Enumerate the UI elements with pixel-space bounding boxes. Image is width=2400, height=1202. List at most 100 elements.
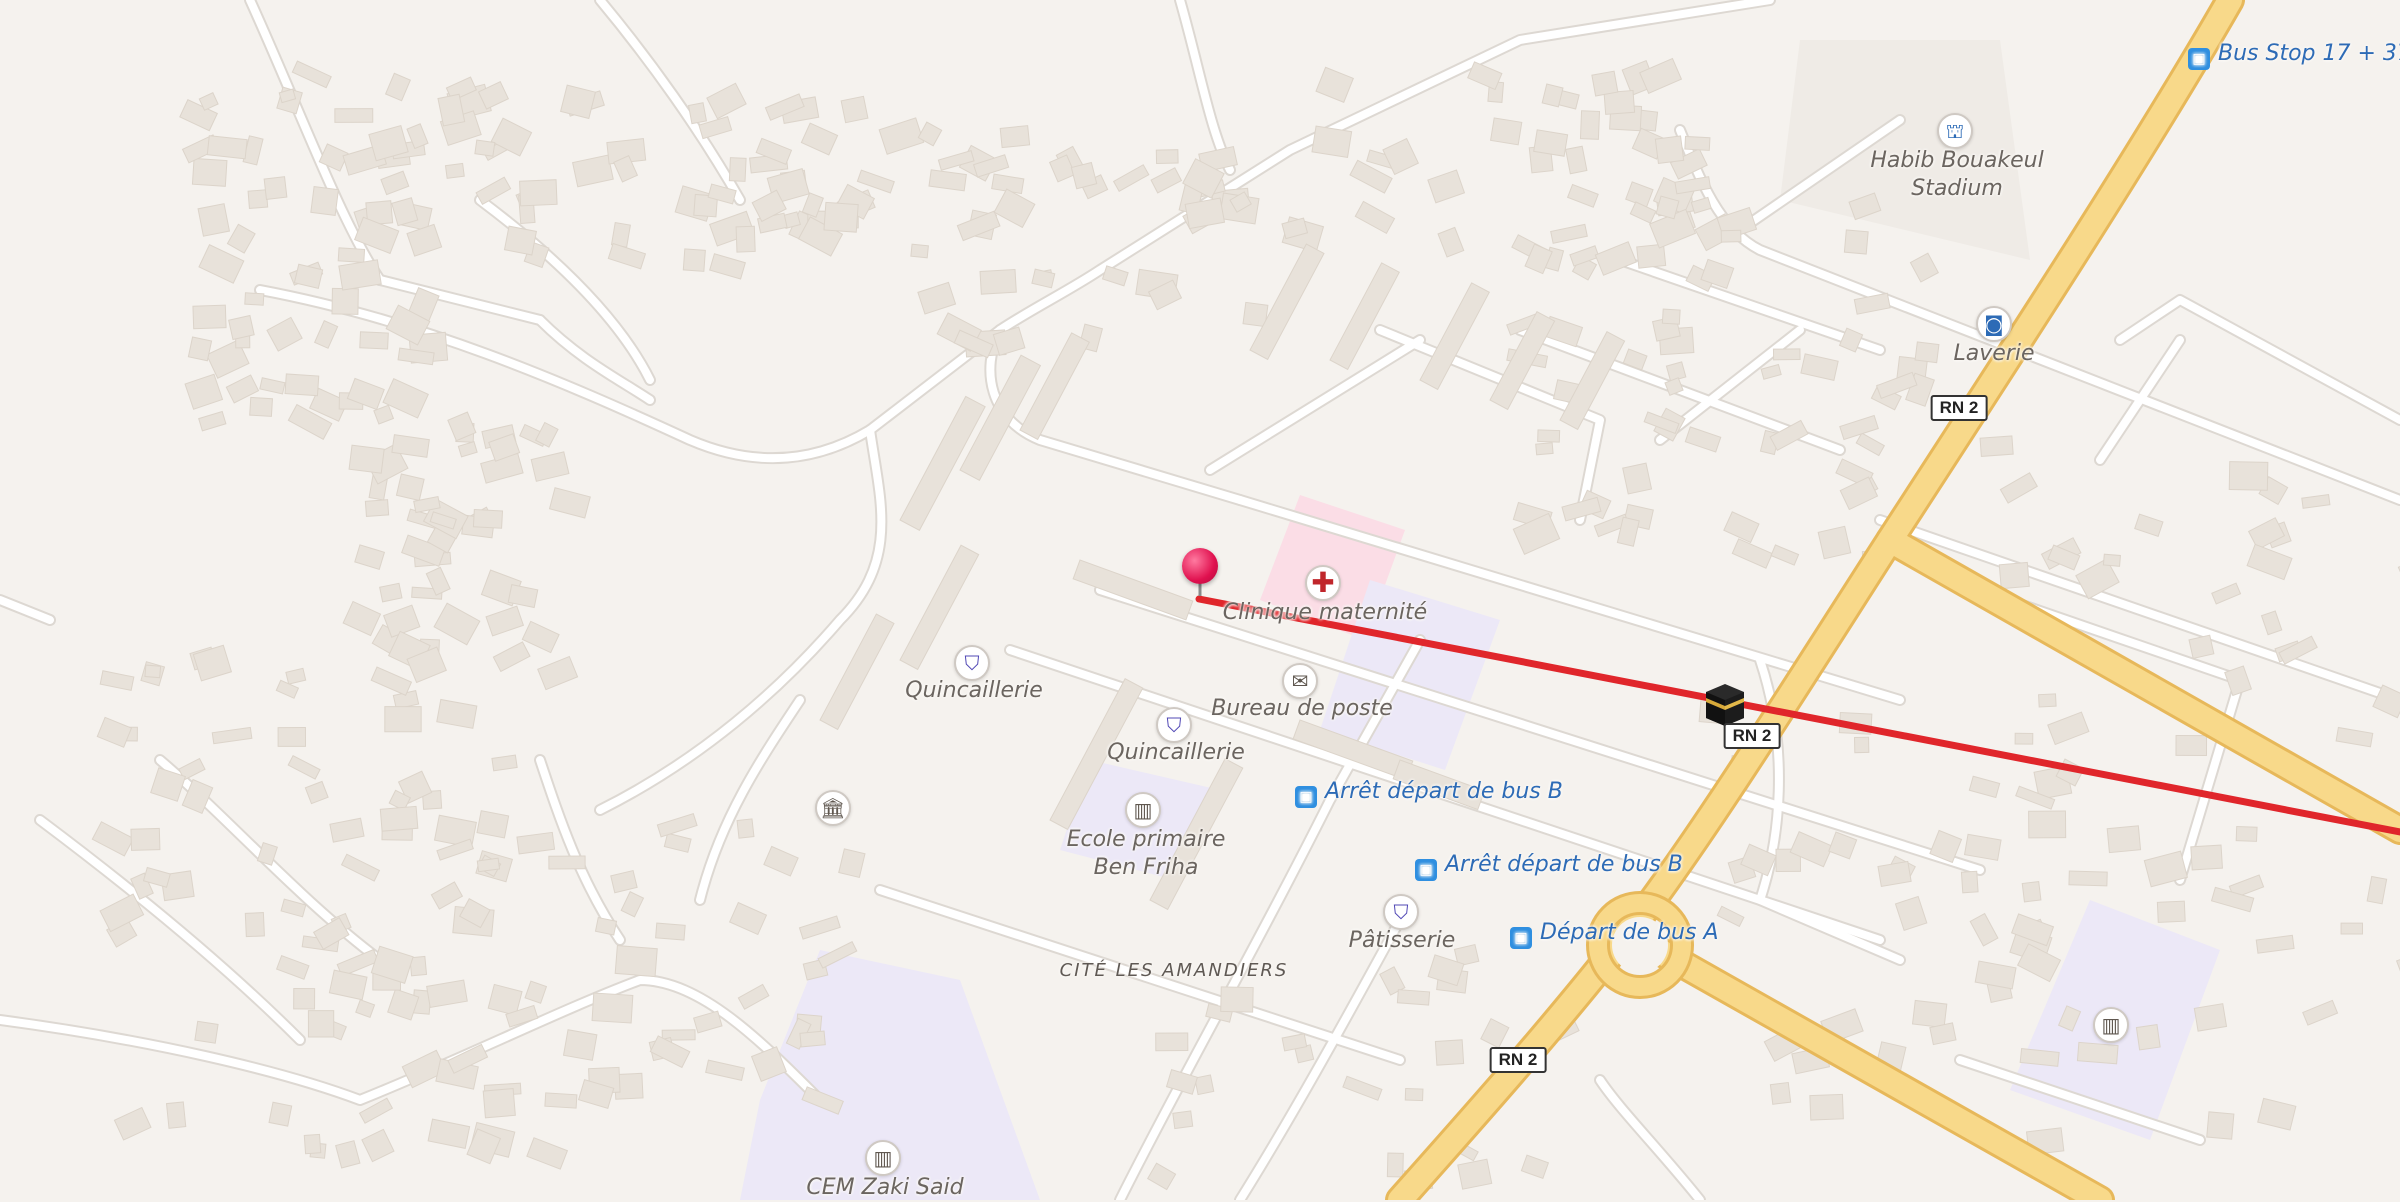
building bbox=[1654, 135, 1685, 165]
building bbox=[338, 259, 382, 291]
building bbox=[878, 117, 925, 155]
bus-stop-b-2[interactable]: ▣ Arrêt départ de bus B bbox=[1415, 851, 1683, 881]
building bbox=[226, 223, 256, 254]
building bbox=[427, 1118, 471, 1149]
building bbox=[503, 225, 538, 256]
building bbox=[682, 248, 706, 272]
building bbox=[524, 980, 548, 1004]
building bbox=[482, 1088, 516, 1119]
building bbox=[2076, 1041, 2119, 1065]
building bbox=[1636, 243, 1667, 269]
building bbox=[474, 139, 496, 157]
building bbox=[244, 912, 265, 938]
museum-poi[interactable]: 🏛 bbox=[815, 790, 851, 826]
laundry-icon: ◙ bbox=[1984, 312, 2004, 336]
quincaillerie-2-label[interactable]: Quincaillerie bbox=[1107, 739, 1244, 767]
building bbox=[999, 125, 1031, 149]
building bbox=[1969, 912, 1999, 947]
patisserie-label[interactable]: Pâtisserie bbox=[1349, 927, 1456, 955]
building bbox=[1591, 70, 1619, 97]
hospital-poi[interactable]: ✚ bbox=[1305, 565, 1341, 601]
building bbox=[1716, 905, 1745, 928]
building bbox=[206, 135, 248, 160]
building bbox=[840, 95, 869, 124]
building bbox=[1155, 149, 1179, 165]
map-pin-icon[interactable] bbox=[1182, 548, 1218, 584]
building bbox=[391, 197, 419, 227]
building bbox=[1533, 129, 1569, 157]
building bbox=[313, 319, 339, 349]
building bbox=[2193, 1003, 2228, 1032]
bus-stop-label: Arrêt départ de bus B bbox=[1325, 779, 1563, 804]
building bbox=[1855, 432, 1886, 457]
building bbox=[370, 666, 413, 696]
building bbox=[1311, 125, 1353, 159]
cem-poi[interactable]: ▥ bbox=[865, 1140, 901, 1176]
building bbox=[364, 499, 390, 517]
stadium-label[interactable]: Habib Bouakeul Stadium bbox=[1870, 147, 2043, 203]
quincaillerie-2-poi[interactable]: ⛉ bbox=[1156, 707, 1192, 743]
building bbox=[1579, 110, 1601, 140]
ecole-label-line2: Ben Friha bbox=[1093, 855, 1199, 880]
building bbox=[1354, 200, 1396, 235]
building bbox=[99, 670, 135, 691]
building bbox=[1537, 429, 1561, 443]
kaaba-icon[interactable] bbox=[1700, 678, 1750, 728]
laverie-label[interactable]: Laverie bbox=[1954, 340, 2035, 368]
poste-label[interactable]: Bureau de poste bbox=[1211, 695, 1393, 723]
ecole-poi[interactable]: ▥ bbox=[1125, 792, 1161, 828]
building bbox=[1566, 183, 1599, 208]
building bbox=[735, 225, 756, 253]
building bbox=[1172, 1110, 1194, 1130]
building bbox=[1101, 265, 1129, 287]
building bbox=[656, 813, 698, 838]
building bbox=[1731, 538, 1773, 569]
building bbox=[620, 891, 645, 918]
building bbox=[1315, 66, 1354, 103]
apartment-block bbox=[1072, 559, 1194, 621]
bus-stop-17-37[interactable]: ▣ Bus Stop 17 + 37 bbox=[2188, 40, 2400, 70]
bus-icon: ▣ bbox=[1510, 927, 1532, 949]
building bbox=[530, 451, 570, 482]
clinique-label[interactable]: Clinique maternité bbox=[1223, 599, 1427, 627]
bus-stop-a[interactable]: ▣ Départ de bus A bbox=[1510, 919, 1719, 949]
building bbox=[249, 396, 273, 417]
building bbox=[2156, 900, 2186, 923]
building bbox=[436, 698, 478, 729]
ecole-label[interactable]: Ecole primaire Ben Friha bbox=[1067, 826, 1226, 882]
building bbox=[2188, 634, 2215, 660]
bus-stop-b-1[interactable]: ▣ Arrêt départ de bus B bbox=[1295, 778, 1563, 808]
building bbox=[521, 620, 560, 654]
building bbox=[1723, 511, 1760, 544]
cem-label[interactable]: CEM Zaki Said bbox=[806, 1174, 963, 1202]
building bbox=[1800, 353, 1839, 382]
building bbox=[1535, 442, 1554, 456]
building bbox=[1146, 1162, 1177, 1191]
building bbox=[1661, 308, 1681, 325]
building bbox=[516, 831, 556, 855]
building bbox=[198, 244, 245, 284]
building bbox=[187, 336, 213, 362]
patisserie-poi[interactable]: ⛉ bbox=[1383, 894, 1419, 930]
building bbox=[291, 60, 332, 89]
building bbox=[1770, 544, 1800, 566]
building bbox=[2038, 693, 2057, 708]
quincaillerie-1-label[interactable]: Quincaillerie bbox=[905, 677, 1042, 705]
building bbox=[361, 1128, 395, 1163]
building bbox=[275, 954, 310, 980]
building bbox=[2255, 934, 2295, 954]
bus-icon: ▣ bbox=[1415, 859, 1437, 881]
building bbox=[1565, 145, 1588, 175]
stadium-poi[interactable]: ⛫ bbox=[1937, 113, 1973, 149]
quincaillerie-1-poi[interactable]: ⛉ bbox=[954, 645, 990, 681]
building bbox=[1342, 1075, 1383, 1101]
building bbox=[1386, 1152, 1404, 1178]
laverie-poi[interactable]: ◙ bbox=[1976, 306, 2012, 342]
building bbox=[591, 992, 634, 1024]
district-label: CITÉ LES AMANDIERS bbox=[1060, 960, 1289, 982]
building bbox=[2190, 844, 2223, 871]
post-office-poi[interactable]: ✉ bbox=[1282, 663, 1318, 699]
building bbox=[1112, 164, 1150, 192]
building bbox=[96, 716, 133, 748]
east-school-poi[interactable]: ▥ bbox=[2093, 1007, 2129, 1043]
